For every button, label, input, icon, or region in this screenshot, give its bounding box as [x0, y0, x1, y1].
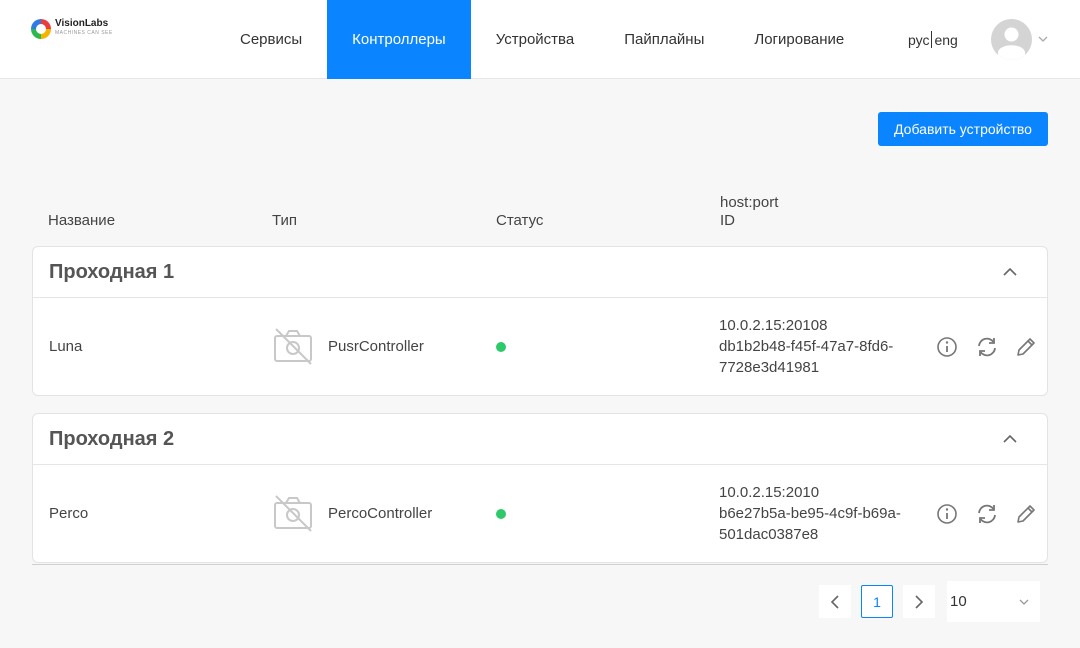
controller-host-id: 10.0.2.15:20108 db1b2b48-f45f-47a7-8fd6-…	[719, 315, 919, 378]
per-page-select[interactable]: 10	[947, 581, 1040, 622]
group-title: Проходная 2	[49, 428, 175, 450]
column-header-name: Название	[48, 212, 116, 229]
column-header-type: Тип	[272, 212, 298, 229]
main-nav: Сервисы Контроллеры Устройства Пайплайны…	[215, 0, 869, 79]
info-icon[interactable]	[935, 502, 959, 526]
controller-name: Perco	[49, 505, 89, 522]
lang-separator	[931, 31, 933, 48]
lang-ru[interactable]: рус	[908, 32, 929, 48]
brand-name: VisionLabs	[55, 18, 109, 29]
group-header[interactable]: Проходная 1	[33, 247, 1047, 298]
controller-host: 10.0.2.15:2010	[719, 484, 820, 501]
brand-logo[interactable]: VisionLabs MACHINES CAN SEE	[31, 19, 113, 39]
edit-pencil-icon[interactable]	[1014, 502, 1038, 526]
table-row: Luna PusrController 10.0.2.15:20108 db1b…	[33, 298, 1047, 395]
lang-en[interactable]: eng	[934, 32, 957, 48]
chevron-right-icon	[915, 594, 924, 609]
chevron-down-icon	[1019, 599, 1029, 605]
column-header-host-id: host:port ID	[720, 194, 778, 230]
column-header-host: host:port	[720, 194, 779, 211]
nav-item-pipelines[interactable]: Пайплайны	[599, 0, 729, 79]
camera-off-icon	[274, 495, 312, 532]
chevron-down-icon[interactable]	[1037, 33, 1049, 45]
controller-group: Проходная 2 Perco PercoController 10.0.2…	[32, 413, 1048, 563]
chevron-up-icon[interactable]	[1002, 433, 1018, 445]
nav-item-logging[interactable]: Логирование	[729, 0, 869, 79]
logo-icon	[31, 19, 51, 39]
controller-type: PusrController	[328, 338, 424, 355]
controller-id: db1b2b48-f45f-47a7-8fd6-7728e3d41981	[719, 338, 894, 376]
camera-off-icon	[274, 328, 312, 365]
per-page-value: 10	[950, 593, 967, 610]
add-device-button[interactable]: Добавить устройство	[878, 112, 1048, 146]
refresh-icon[interactable]	[975, 502, 999, 526]
controller-id: b6e27b5a-be95-4c9f-b69a-501dac0387e8	[719, 505, 901, 543]
column-header-status: Статус	[496, 212, 544, 229]
user-avatar[interactable]	[991, 19, 1032, 60]
group-header[interactable]: Проходная 2	[33, 414, 1047, 465]
controller-type: PercoController	[328, 505, 433, 522]
controller-host: 10.0.2.15:20108	[719, 317, 828, 334]
pagination-next-button[interactable]	[903, 585, 935, 618]
table-row: Perco PercoController 10.0.2.15:2010 b6e…	[33, 465, 1047, 562]
nav-item-controllers[interactable]: Контроллеры	[327, 0, 471, 79]
language-switcher: рус eng	[908, 31, 958, 48]
chevron-left-icon	[830, 594, 839, 609]
controller-host-id: 10.0.2.15:2010 b6e27b5a-be95-4c9f-b69a-5…	[719, 482, 919, 545]
status-online-indicator	[496, 342, 506, 352]
group-title: Проходная 1	[49, 261, 175, 283]
nav-item-devices[interactable]: Устройства	[471, 0, 599, 79]
controller-name: Luna	[49, 338, 83, 355]
top-header: VisionLabs MACHINES CAN SEE Сервисы Конт…	[0, 0, 1080, 79]
table-bottom-divider	[32, 564, 1048, 565]
chevron-up-icon[interactable]	[1002, 266, 1018, 278]
brand-tagline: MACHINES CAN SEE	[55, 30, 113, 36]
pagination-page-1[interactable]: 1	[861, 585, 893, 618]
nav-item-services[interactable]: Сервисы	[215, 0, 327, 79]
column-header-id: ID	[720, 212, 735, 229]
status-online-indicator	[496, 509, 506, 519]
edit-pencil-icon[interactable]	[1014, 335, 1038, 359]
user-icon	[998, 27, 1025, 60]
pagination-prev-button[interactable]	[819, 585, 851, 618]
controller-group: Проходная 1 Luna PusrController 10.0.2.1…	[32, 246, 1048, 396]
info-icon[interactable]	[935, 335, 959, 359]
refresh-icon[interactable]	[975, 335, 999, 359]
